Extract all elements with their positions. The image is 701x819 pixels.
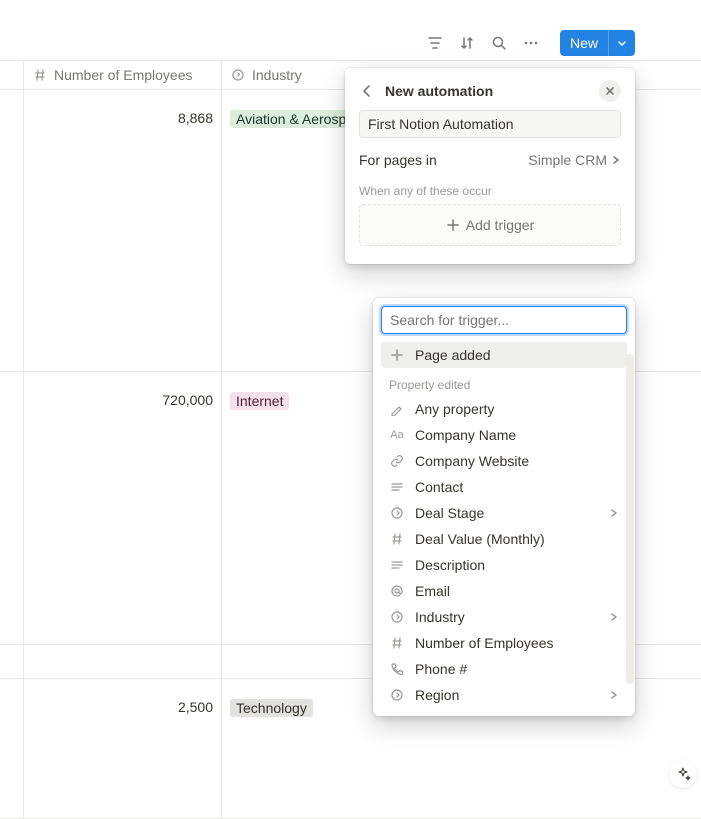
trigger-item-property[interactable]: Description [381, 552, 627, 578]
cell-employees: 2,500 [32, 699, 213, 715]
trigger-item-label: Region [415, 687, 459, 703]
hash-icon [32, 68, 48, 82]
property-edited-group-label: Property edited [373, 368, 635, 396]
trigger-item-property[interactable]: Any property [381, 396, 627, 422]
chevron-down-icon [617, 38, 627, 48]
lines-icon [389, 480, 405, 494]
chevron-right-icon [611, 155, 621, 165]
column-header-employees[interactable]: Number of Employees [54, 67, 193, 83]
new-button-dropdown[interactable] [608, 30, 635, 56]
trigger-item-label: Number of Employees [415, 635, 554, 651]
status-icon [389, 506, 405, 520]
trigger-item-label: Deal Stage [415, 505, 484, 521]
trigger-item-label: Industry [415, 609, 465, 625]
chevron-right-icon [609, 690, 619, 700]
trigger-item-page-added[interactable]: Page added [381, 342, 627, 368]
more-icon[interactable] [522, 34, 540, 52]
pencil-icon [389, 402, 405, 416]
trigger-item-property[interactable]: Region [381, 682, 627, 708]
pages-in-label: For pages in [359, 152, 437, 168]
panel-title: New automation [385, 83, 589, 99]
sort-icon[interactable] [458, 34, 476, 52]
at-icon [389, 584, 405, 598]
status-icon [230, 68, 246, 82]
trigger-item-label: Phone # [415, 661, 467, 677]
trigger-item-property[interactable]: Phone # [381, 656, 627, 682]
pages-in-value[interactable]: Simple CRM [528, 152, 621, 168]
close-icon [605, 86, 615, 96]
trigger-item-label: Contact [415, 479, 463, 495]
trigger-item-property[interactable]: Contact [381, 474, 627, 500]
chevron-right-icon [609, 612, 619, 622]
automation-name-input[interactable] [359, 110, 621, 138]
trigger-popover: Page added Property edited Any property A… [373, 298, 635, 716]
back-icon[interactable] [359, 83, 375, 99]
when-section-label: When any of these occur [359, 184, 621, 204]
close-button[interactable] [599, 80, 621, 102]
scrollbar[interactable] [626, 354, 634, 684]
cell-industry-tag: Technology [230, 699, 313, 717]
plus-icon [389, 348, 405, 362]
trigger-item-property[interactable]: Deal Value (Monthly) [381, 526, 627, 552]
trigger-item-property[interactable]: Aa Company Name [381, 422, 627, 448]
hash-icon [389, 636, 405, 650]
trigger-item-label: Company Name [415, 427, 516, 443]
trigger-item-property[interactable]: Company Website [381, 448, 627, 474]
trigger-search-input[interactable] [381, 306, 627, 334]
cell-employees: 720,000 [32, 392, 213, 408]
filter-icon[interactable] [426, 34, 444, 52]
link-icon [389, 454, 405, 468]
trigger-item-label: Deal Value (Monthly) [415, 531, 545, 547]
sparkle-icon [675, 766, 691, 782]
trigger-item-label: Email [415, 583, 450, 599]
trigger-item-property[interactable]: Industry [381, 604, 627, 630]
add-trigger-button[interactable]: Add trigger [359, 204, 621, 246]
automation-panel: New automation For pages in Simple CRM W… [345, 68, 635, 264]
trigger-item-label: Any property [415, 401, 494, 417]
trigger-item-property[interactable]: Deal Stage [381, 500, 627, 526]
chevron-right-icon [609, 508, 619, 518]
cell-industry-tag: Internet [230, 392, 289, 410]
trigger-item-property[interactable]: Number of Employees [381, 630, 627, 656]
status-icon [389, 610, 405, 624]
column-header-industry[interactable]: Industry [252, 67, 302, 83]
cell-employees: 8,868 [32, 110, 213, 126]
search-icon[interactable] [490, 34, 508, 52]
ai-sparkle-button[interactable] [669, 760, 697, 788]
trigger-item-property[interactable]: Email [381, 578, 627, 604]
hash-icon [389, 532, 405, 546]
plus-icon [446, 218, 460, 232]
new-button[interactable]: New [560, 30, 608, 56]
phone-icon [389, 662, 405, 676]
trigger-item-label: Company Website [415, 453, 529, 469]
status-icon [389, 688, 405, 702]
trigger-item-label: Description [415, 557, 485, 573]
text-aa-icon: Aa [389, 429, 405, 441]
lines-icon [389, 558, 405, 572]
